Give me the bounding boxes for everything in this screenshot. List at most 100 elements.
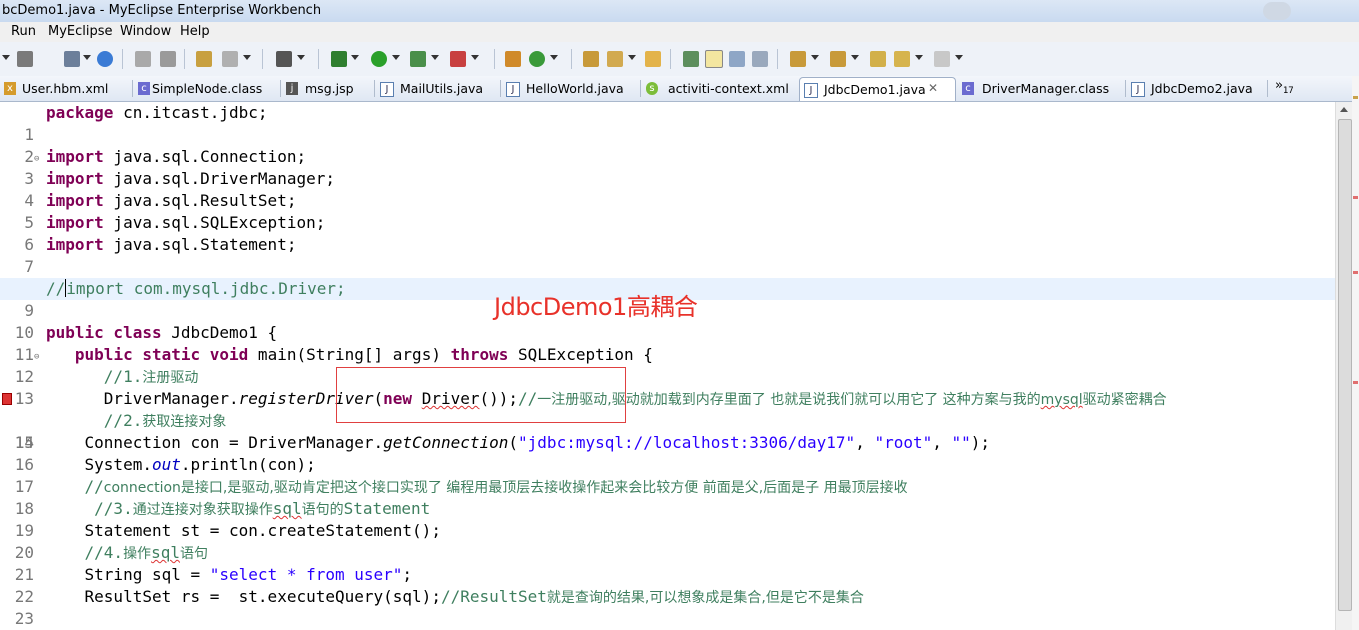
close-icon[interactable]: ✕ (928, 81, 938, 95)
new-wizard-icon[interactable] (196, 51, 212, 67)
menu-help[interactable]: Help (180, 24, 210, 39)
settings-icon[interactable] (222, 51, 238, 67)
fold-toggle-icon[interactable]: ⊖ (34, 346, 39, 368)
chevron-down-icon[interactable] (550, 55, 558, 60)
overview-marker[interactable] (1353, 381, 1358, 384)
window-title: bcDemo1.java - MyEclipse Enterprise Work… (2, 3, 322, 18)
window-title-bar: bcDemo1.java - MyEclipse Enterprise Work… (0, 0, 1359, 22)
scrollbar-thumb[interactable] (1338, 119, 1352, 611)
chevron-down-icon[interactable] (955, 55, 963, 60)
menu-run[interactable]: Run (11, 24, 36, 39)
mark-occurrences-icon[interactable] (705, 50, 723, 68)
vertical-scrollbar[interactable] (1335, 102, 1353, 630)
open-task-icon[interactable] (607, 51, 623, 67)
search-icon[interactable] (645, 51, 661, 67)
run-server-icon[interactable] (410, 51, 426, 67)
chevron-down-icon[interactable] (851, 55, 859, 60)
chevron-down-icon[interactable] (915, 55, 923, 60)
overview-marker[interactable] (1353, 96, 1358, 99)
tab-separator (500, 80, 501, 97)
menu-myeclipse[interactable]: MyEclipse (48, 24, 113, 39)
tab-user-hbm-xml[interactable]: x User.hbm.xml (0, 77, 135, 100)
tab-jdbcdemo2-java[interactable]: J JdbcDemo2.java (1127, 77, 1267, 100)
code-line: 2 (0, 124, 1335, 166)
chevron-down-icon[interactable] (471, 55, 479, 60)
tab-simplenode-class[interactable]: c SimpleNode.class (134, 77, 282, 100)
tab-drivermanager-class[interactable]: c DriverManager.class (958, 77, 1126, 100)
previous-annotation-icon[interactable] (830, 51, 846, 67)
code-text: //3.通过连接对象获取操作sql语句的Statement (46, 499, 431, 518)
chevron-down-icon[interactable] (392, 55, 400, 60)
tab-label: MailUtils.java (400, 81, 484, 96)
tab-activiti-context-xml[interactable]: s activiti-context.xml (642, 77, 797, 100)
camera-icon[interactable] (276, 51, 292, 67)
chevron-down-icon[interactable] (351, 55, 359, 60)
scroll-up-arrow-icon[interactable] (1340, 107, 1348, 112)
print-icon[interactable] (64, 51, 80, 67)
code-text: Connection con = DriverManager.getConnec… (46, 433, 991, 452)
code-line: 21 //4.操作sql语句 (0, 542, 1335, 584)
tab-msg-jsp[interactable]: j msg.jsp (282, 77, 374, 100)
copy-icon[interactable] (160, 51, 176, 67)
code-editor[interactable]: 1 package cn.itcast.jdbc; 2 3 ⊖ import j… (0, 102, 1335, 630)
tab-separator (280, 80, 281, 97)
code-line: 8 (0, 256, 1335, 298)
overview-ruler[interactable] (1352, 76, 1359, 630)
chevron-down-icon[interactable] (83, 55, 91, 60)
save-all-icon[interactable] (17, 51, 33, 67)
debug-icon[interactable] (331, 51, 347, 67)
jsp-file-icon: j (286, 82, 298, 95)
code-text: package cn.itcast.jdbc; (46, 103, 268, 122)
tab-overflow-button[interactable]: »17 (1275, 78, 1294, 96)
tab-jdbcdemo1-java[interactable]: J JdbcDemo1.java ✕ (799, 77, 956, 101)
code-text: public static void main(String[] args) t… (74, 345, 653, 364)
spring-xml-icon: s (646, 82, 658, 95)
code-line: 23 ResultSet rs = st.executeQuery(sql);/… (0, 586, 1335, 628)
external-tools-icon[interactable] (450, 51, 466, 67)
new-class-icon[interactable] (529, 51, 545, 67)
tab-mailutils-java[interactable]: J MailUtils.java (376, 77, 502, 100)
open-type-icon[interactable] (583, 51, 599, 67)
code-line: 17 System.out.println(con); (0, 454, 1335, 496)
menu-window[interactable]: Window (120, 24, 171, 39)
code-line: 12 ⊖ public static void main(String[] ar… (0, 344, 1335, 386)
annotation-icon[interactable] (683, 51, 699, 67)
chevron-down-icon[interactable] (431, 55, 439, 60)
tab-helloworld-java[interactable]: J HelloWorld.java (502, 77, 642, 100)
fold-toggle-icon[interactable]: ⊖ (34, 148, 39, 170)
window-control-button[interactable] (1263, 2, 1291, 20)
code-text: String sql = "select * from user"; (46, 565, 413, 584)
forward-icon[interactable] (934, 51, 950, 67)
back-icon[interactable] (894, 51, 910, 67)
code-line: 7 import java.sql.Statement; (0, 234, 1335, 276)
tab-label: msg.jsp (305, 81, 354, 96)
tab-label: HelloWorld.java (526, 81, 624, 96)
overview-marker[interactable] (1353, 271, 1358, 274)
tab-label: JdbcDemo1.java (824, 82, 926, 97)
tab-label: activiti-context.xml (668, 81, 789, 96)
chevron-down-icon[interactable] (811, 55, 819, 60)
new-java-project-icon[interactable] (505, 51, 521, 67)
code-line: 16 Connection con = DriverManager.getCon… (0, 432, 1335, 474)
run-icon[interactable] (371, 51, 387, 67)
code-line: 20 Statement st = con.createStatement(); (0, 520, 1335, 562)
last-edit-icon[interactable] (870, 51, 886, 67)
chevron-down-icon[interactable] (297, 55, 305, 60)
code-line: 1 package cn.itcast.jdbc; (0, 102, 1335, 144)
globe-icon[interactable] (97, 51, 113, 67)
tab-separator (1125, 80, 1126, 97)
chevron-down-icon[interactable] (2, 55, 10, 60)
block-selection-icon[interactable] (729, 51, 745, 67)
chevron-down-icon[interactable] (628, 55, 636, 60)
cut-icon[interactable] (135, 51, 151, 67)
tab-separator (132, 80, 133, 97)
next-annotation-icon[interactable] (790, 51, 806, 67)
chevron-down-icon[interactable] (243, 55, 251, 60)
code-text: import java.sql.DriverManager; (46, 169, 335, 188)
overview-marker[interactable] (1353, 196, 1358, 199)
error-marker-icon[interactable] (2, 393, 12, 405)
code-text: ResultSet rs = st.executeQuery(sql);//Re… (46, 587, 864, 606)
code-line: 13 //1.注册驱动 (0, 366, 1335, 408)
show-whitespace-icon[interactable] (752, 51, 768, 67)
tab-separator (640, 80, 641, 97)
